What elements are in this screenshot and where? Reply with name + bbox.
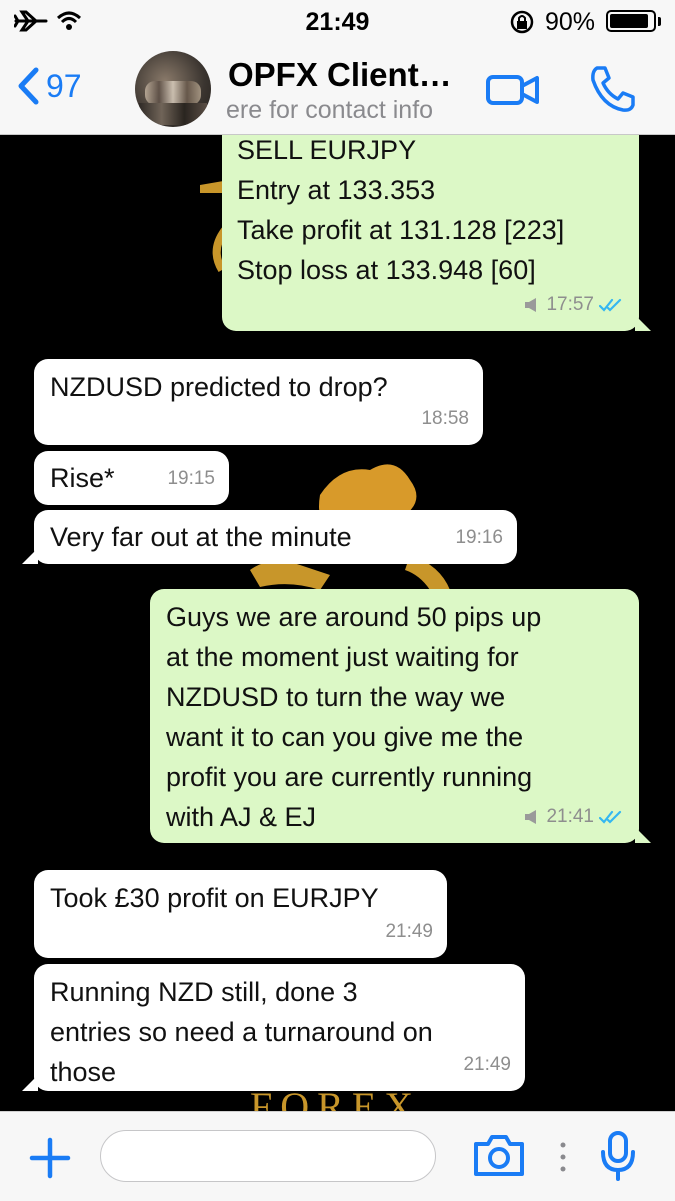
message-time: 21:49 [463,1054,511,1075]
message-text: SELL EURJPY Entry at 133.353 Take profit… [237,135,565,285]
message-meta: 19:15 [167,459,215,499]
message-text: Running NZD still, done 3 entries so nee… [50,977,433,1087]
message-bubble-outgoing[interactable]: SELL EURJPY Entry at 133.353 Take profit… [222,135,651,331]
broadcast-icon [525,298,537,312]
message-meta: 21:41 [523,797,625,837]
message-input[interactable] [100,1130,436,1182]
status-bar: 21:49 90% [0,0,675,44]
chat-title[interactable]: OPFX Client… [228,56,452,94]
message-bubble-incoming[interactable]: Very far out at the minute 19:16 [22,510,517,564]
message-bubble-incoming[interactable]: Took £30 profit on EURJPY 21:49 [34,870,447,958]
message-meta: 19:16 [455,518,503,558]
camera-icon[interactable] [472,1132,526,1178]
message-bubble-incoming[interactable]: Running NZD still, done 3 entries so nee… [22,964,525,1091]
message-meta: 18:58 [421,399,469,439]
message-time: 18:58 [421,408,469,429]
message-text: Very far out at the minute [50,522,352,552]
message-time: 19:16 [455,527,503,548]
message-meta: 17:57 [523,285,625,325]
message-time: 19:15 [167,468,215,489]
battery-nub [658,17,661,26]
plus-icon[interactable] [28,1136,72,1180]
phone-call-icon[interactable] [587,64,637,114]
message-text: NZDUSD predicted to drop? [50,372,388,402]
chat-subtitle[interactable]: ere for contact info [226,96,433,125]
more-dots-icon[interactable] [558,1140,568,1176]
message-bubble-incoming[interactable]: NZDUSD predicted to drop? 18:58 [34,359,483,445]
message-meta: 21:49 [385,912,433,952]
battery-icon [606,10,656,32]
message-bubble-incoming[interactable]: Rise* 19:15 [34,451,229,505]
orientation-lock-icon [510,10,534,34]
message-time: 17:57 [546,294,594,315]
message-time: 21:41 [546,806,594,827]
read-receipt-icon [599,810,622,824]
microphone-icon[interactable] [598,1130,638,1182]
chat-area[interactable]: FOREX SELL EURJPY Entry at 133.353 Take … [0,135,675,1111]
back-button[interactable]: 97 [16,66,82,106]
unread-count: 97 [46,67,82,104]
composer-bar [0,1111,675,1201]
group-avatar[interactable] [135,51,211,127]
battery-percent: 90% [545,8,596,36]
message-time: 21:49 [385,921,433,942]
video-call-icon[interactable] [485,72,541,108]
chevron-left-icon [18,67,39,105]
chat-header: 97 OPFX Client… ere for contact info [0,44,675,135]
read-receipt-icon [599,298,622,312]
message-bubble-outgoing[interactable]: Guys we are around 50 pips up at the mom… [150,589,651,843]
broadcast-icon [525,810,537,824]
message-text: Took £30 profit on EURJPY [50,883,379,913]
message-meta: 21:49 [463,1045,511,1085]
